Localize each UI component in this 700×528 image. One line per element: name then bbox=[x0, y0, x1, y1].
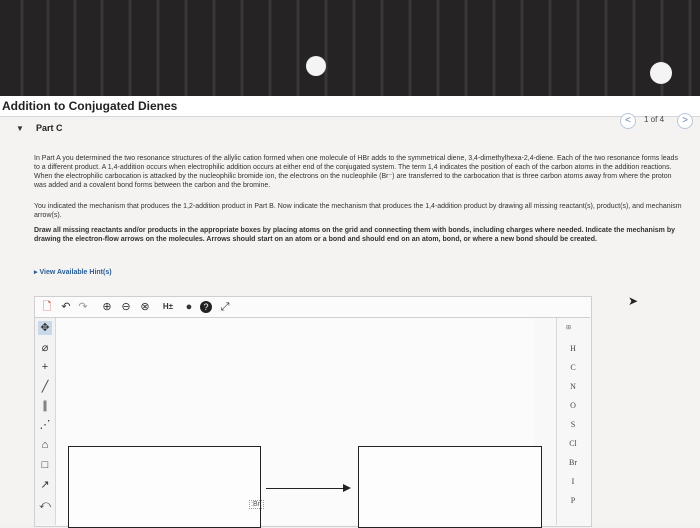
element-i[interactable]: I bbox=[556, 477, 590, 486]
element-o[interactable]: O bbox=[556, 401, 590, 410]
zoom-out-icon[interactable]: ⊖ bbox=[120, 301, 132, 313]
undo-icon[interactable]: ↶ bbox=[60, 301, 72, 313]
assignment-header: Addition to Conjugated Dienes bbox=[0, 96, 700, 117]
element-c[interactable]: C bbox=[556, 363, 590, 372]
arrow-tool-icon[interactable]: ↗ bbox=[38, 478, 52, 492]
reaction-arrow bbox=[266, 488, 346, 489]
curved-arrow-icon[interactable]: ⤺ bbox=[38, 498, 52, 512]
element-h[interactable]: H bbox=[556, 344, 590, 353]
new-document-icon[interactable]: 🗋 bbox=[41, 301, 53, 313]
page-title: Addition to Conjugated Dienes bbox=[2, 99, 178, 113]
chain-icon[interactable]: ⋰ bbox=[38, 418, 52, 432]
select-tool-icon[interactable]: ✥ bbox=[38, 321, 52, 335]
periodic-table-icon[interactable]: ⊞ bbox=[566, 324, 571, 331]
bromide-ion[interactable]: :Br: bbox=[249, 500, 264, 509]
charge-icon[interactable]: + bbox=[38, 360, 52, 374]
template-icon[interactable]: ⌂ bbox=[38, 438, 52, 452]
drawing-toolbar bbox=[35, 297, 590, 318]
next-part-button[interactable]: > bbox=[677, 113, 693, 129]
element-br[interactable]: Br bbox=[556, 458, 590, 467]
product-box[interactable] bbox=[358, 446, 542, 528]
page-counter: 1 of 4 bbox=[644, 115, 665, 124]
collapse-part-icon[interactable]: ▼ bbox=[16, 124, 24, 133]
instruction-paragraph-3: Draw all missing reactants and/or produc… bbox=[34, 227, 676, 243]
reactant-box[interactable] bbox=[68, 446, 261, 528]
reaction-arrow-head bbox=[343, 484, 351, 492]
light-spot bbox=[306, 56, 326, 76]
view-hints-link[interactable]: ▸ View Available Hint(s) bbox=[34, 268, 112, 276]
previous-part-button[interactable]: < bbox=[620, 113, 636, 129]
element-cl[interactable]: Cl bbox=[556, 439, 590, 448]
info-icon[interactable]: ● bbox=[183, 301, 195, 313]
fullscreen-icon[interactable]: ⤢ bbox=[219, 301, 231, 313]
background-stripes bbox=[20, 0, 692, 96]
help-icon[interactable]: ? bbox=[200, 301, 212, 313]
zoom-in-icon[interactable]: ⊕ bbox=[101, 301, 113, 313]
part-label[interactable]: Part C bbox=[36, 123, 63, 133]
eraser-icon[interactable]: ⌀ bbox=[38, 341, 52, 355]
redo-icon[interactable]: ↷ bbox=[77, 301, 89, 313]
element-p[interactable]: P bbox=[556, 496, 590, 505]
background-photo-area bbox=[0, 0, 700, 96]
mouse-cursor-icon: ➤ bbox=[628, 294, 639, 308]
ring-icon[interactable]: □ bbox=[38, 458, 52, 472]
light-spot bbox=[650, 62, 672, 84]
zoom-reset-icon[interactable]: ⊗ bbox=[139, 301, 151, 313]
single-bond-icon[interactable]: ╱ bbox=[38, 380, 52, 394]
element-n[interactable]: N bbox=[556, 382, 590, 391]
hydrogen-toggle-icon[interactable]: H± bbox=[160, 301, 176, 313]
instruction-paragraph-2: You indicated the mechanism that produce… bbox=[34, 203, 682, 219]
double-bond-icon[interactable]: ∥ bbox=[38, 399, 52, 413]
instruction-paragraph-1: In Part A you determined the two resonan… bbox=[34, 155, 678, 189]
element-s[interactable]: S bbox=[556, 420, 590, 429]
